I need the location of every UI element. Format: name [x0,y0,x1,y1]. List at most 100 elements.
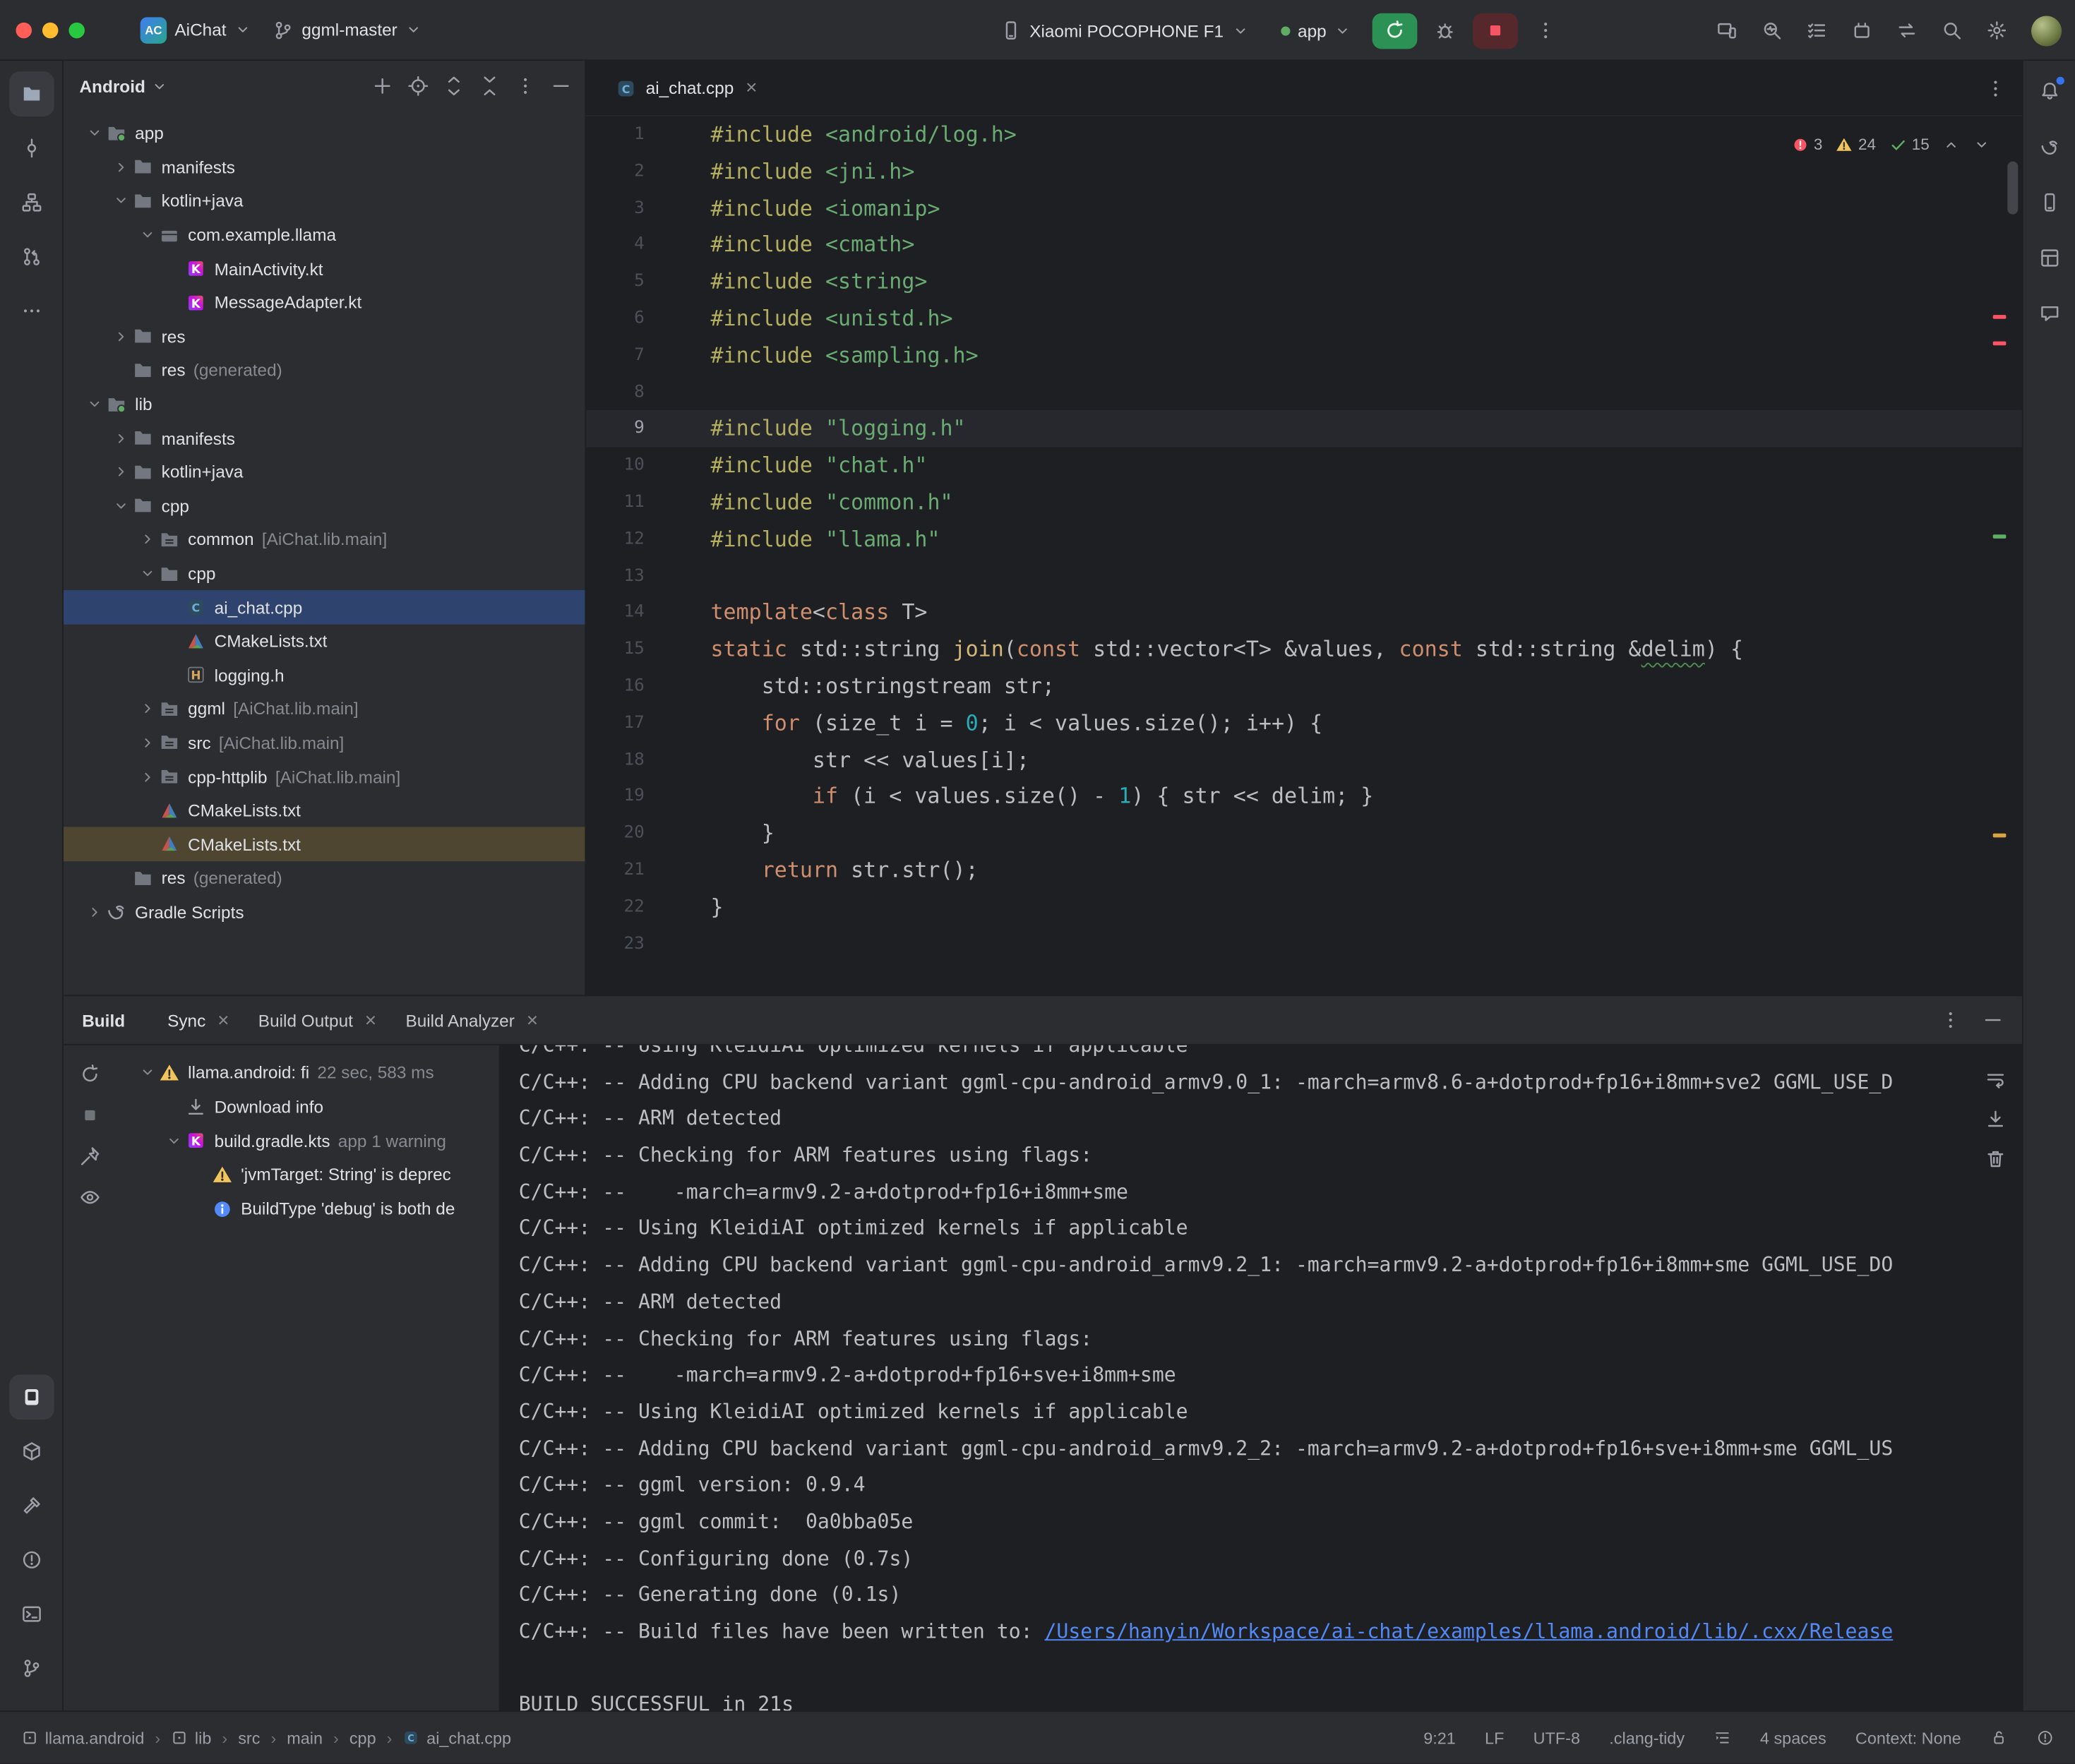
build-tool-window-title[interactable]: Build [82,1010,125,1030]
build-tab-sync[interactable]: Sync× [154,996,245,1043]
chevron-down-icon[interactable] [162,1132,186,1149]
tool-pull-requests-icon[interactable] [8,234,54,280]
chevron-right-icon[interactable] [135,734,159,751]
tool-project-icon[interactable] [8,71,54,116]
refresh-icon[interactable] [79,1064,100,1085]
file-encoding[interactable]: UTF-8 [1533,1729,1580,1747]
project-tree-item-com-example-llama[interactable]: com.example.llama [64,218,585,252]
success-stripe-mark[interactable] [1993,534,2007,539]
search-icon[interactable] [1942,20,1963,41]
error-stripe-mark[interactable] [1993,342,2007,346]
project-tree-item-common[interactable]: common[AiChat.lib.main] [64,523,585,557]
project-tree-item-kotlin-java[interactable]: kotlin+java [64,184,585,218]
chevron-down-icon[interactable] [109,497,133,514]
project-tree-item-gradle-scripts[interactable]: Gradle Scripts [64,895,585,929]
stop-button[interactable] [1473,13,1519,49]
run-configuration-selector[interactable]: app [1270,16,1363,46]
chevron-down-icon[interactable] [135,1064,159,1081]
tool-bell-icon[interactable] [2029,71,2069,111]
close-tab-icon[interactable]: × [743,78,760,98]
user-avatar[interactable] [2031,16,2062,46]
run-options-kebab-icon[interactable] [1529,13,1563,48]
tool-structure-icon[interactable] [8,180,54,225]
close-window-button[interactable] [16,22,31,37]
clang-tidy-status[interactable]: .clang-tidy [1609,1729,1685,1747]
editor-options-kebab-icon[interactable] [1985,78,2006,99]
context-indicator[interactable]: Context: None [1855,1729,1961,1747]
tool-insights-icon[interactable] [2029,294,2069,333]
project-tree-item-kotlin-java[interactable]: kotlin+java [64,455,585,489]
breadcrumb-main[interactable]: main [287,1729,323,1747]
build-options-kebab-icon[interactable] [1940,1009,1961,1031]
project-selector[interactable]: AC AiChat [130,11,262,48]
line-number[interactable]: 17 [586,705,644,742]
chevron-right-icon[interactable] [135,700,159,717]
minimize-window-button[interactable] [42,22,58,37]
eye-icon[interactable] [79,1187,100,1208]
todo-checklist-icon[interactable] [1806,20,1827,41]
tool-branch-icon[interactable] [8,1646,54,1691]
project-tree-item-res[interactable]: res(generated) [64,861,585,895]
line-number[interactable]: 22 [586,889,644,925]
project-tree-item-logging-h[interactable]: Hlogging.h [64,658,585,692]
build-tab-build-analyzer[interactable]: Build Analyzer× [393,996,554,1043]
settings-icon[interactable] [1986,20,2007,41]
line-number[interactable]: 10 [586,448,644,484]
chevron-down-icon[interactable] [82,396,106,413]
tool-running-devices-icon[interactable] [8,1374,54,1420]
chevron-right-icon[interactable] [135,768,159,785]
project-tree-item-cpp[interactable]: cpp [64,557,585,591]
line-number[interactable]: 14 [586,594,644,631]
tool-terminal-icon[interactable] [8,1592,54,1637]
line-number[interactable]: 6 [586,300,644,337]
clear-all-icon[interactable] [1985,1148,2006,1170]
project-tree-item-res[interactable]: res(generated) [64,354,585,388]
build-tree-item-download-info[interactable]: Download info [116,1090,499,1124]
scroll-end-icon[interactable] [1985,1109,2006,1130]
line-number[interactable]: 13 [586,558,644,594]
code-style-icon[interactable] [1714,1729,1730,1746]
tool-device-manager-icon[interactable] [2029,183,2069,222]
collapse-all-icon[interactable] [479,76,500,97]
locate-icon[interactable] [407,76,429,97]
project-tree-item-src[interactable]: src[AiChat.lib.main] [64,726,585,760]
caret-position[interactable]: 9:21 [1423,1729,1456,1747]
project-tree-item-cmakelists-txt[interactable]: CMakeLists.txt [64,624,585,658]
build-console[interactable]: C/C++: -- Using KleidiAI optimized kerne… [500,1045,2021,1711]
line-number[interactable]: 5 [586,263,644,300]
line-number[interactable]: 9 [586,411,644,448]
breadcrumb-lib[interactable]: lib [171,1729,211,1747]
build-tree-item-jvmtarget-string-is-deprec[interactable]: 'jvmTarget: String' is deprec [116,1158,499,1192]
breadcrumb-src[interactable]: src [238,1729,260,1747]
next-issue-icon[interactable] [1973,137,1990,154]
tool-build-hammer-icon[interactable] [8,1483,54,1528]
chevron-right-icon[interactable] [135,531,159,548]
device-mirroring-icon[interactable] [1716,20,1738,41]
line-number[interactable]: 19 [586,779,644,815]
line-number[interactable]: 8 [586,374,644,411]
line-number[interactable]: 4 [586,227,644,263]
build-tree-item-llama-android-fi[interactable]: llama.android: fi22 sec, 583 ms [116,1056,499,1090]
line-number[interactable]: 23 [586,925,644,962]
project-tree-item-res[interactable]: res [64,320,585,354]
close-tab-icon[interactable]: × [524,1010,541,1030]
chevron-right-icon[interactable] [82,904,106,920]
project-tree-item-manifests[interactable]: manifests [64,421,585,455]
project-tree-item-ai-chat-cpp[interactable]: Cai_chat.cpp [64,591,585,625]
profiler-icon[interactable] [1762,20,1783,41]
ide-messages-icon[interactable] [2037,1729,2054,1746]
device-pairing-icon[interactable] [1896,20,1918,41]
project-tree-item-cmakelists-txt[interactable]: CMakeLists.txt [64,793,585,827]
line-number[interactable]: 1 [586,116,644,153]
project-tree-item-lib[interactable]: lib [64,388,585,421]
vcs-branch-selector[interactable]: ggml-master [262,14,433,46]
breadcrumb-ai-chat-cpp[interactable]: Cai_chat.cpp [402,1729,511,1747]
line-number[interactable]: 20 [586,815,644,852]
chevron-right-icon[interactable] [109,159,133,176]
project-tree-item-app[interactable]: app [64,116,585,150]
line-number[interactable]: 18 [586,742,644,779]
build-tree-item-buildtype-debug-is-both-de[interactable]: BuildType 'debug' is both de [116,1192,499,1225]
chevron-down-icon[interactable] [135,565,159,582]
line-number[interactable]: 7 [586,337,644,374]
editor-scrollbar[interactable] [2007,162,2018,215]
